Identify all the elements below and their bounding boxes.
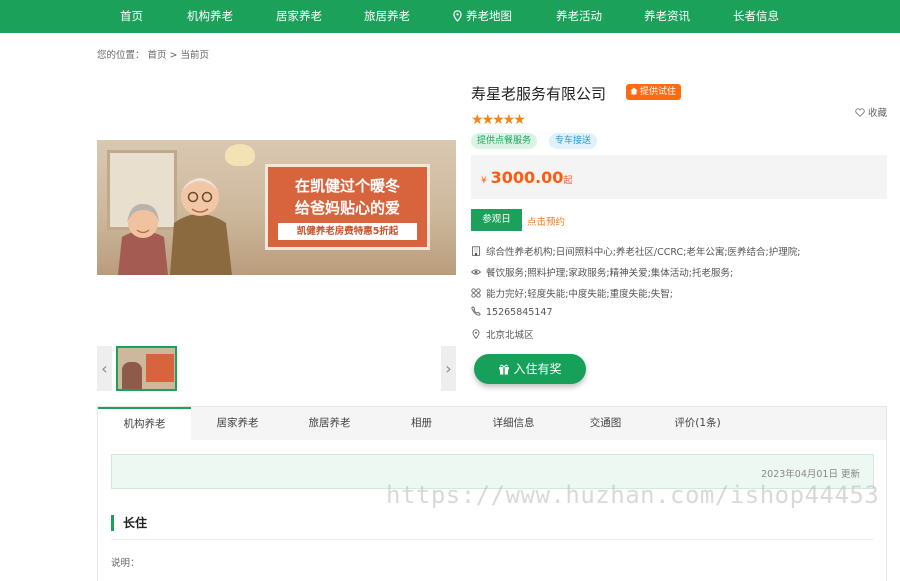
breadcrumb-current: 当前页 (180, 50, 210, 61)
thumbnail-banner (146, 354, 174, 382)
map-pin-icon (453, 10, 462, 22)
home-icon (630, 87, 638, 95)
favorite-label: 收藏 (868, 108, 888, 119)
breadcrumb-separator: > (169, 50, 178, 61)
trial-badge: 提供试住 (626, 84, 682, 100)
nav-home-care[interactable]: 居家养老 (276, 0, 322, 33)
breadcrumb-home[interactable]: 首页 (148, 50, 167, 61)
section-divider (111, 539, 874, 540)
thumb-next-button[interactable]: › (441, 346, 456, 391)
breadcrumb-label: 您的位置： (97, 50, 145, 61)
elderly-woman-illustration (118, 203, 168, 275)
nav-travel-care[interactable]: 旅居养老 (364, 0, 410, 33)
phone-row: 15265845147 (471, 306, 553, 318)
description-label: 说明： (111, 558, 140, 569)
tag-meal-service: 提供点餐服务 (471, 133, 538, 149)
price: ¥ 3000.00起 (481, 168, 572, 187)
trial-badge-label: 提供试住 (640, 87, 677, 97)
detail-tabs: 机构养老 居家养老 旅居养老 相册 详细信息 交通图 评价(1条) (97, 406, 887, 440)
watermark: https://www.huzhan.com/ishop44453 (386, 481, 880, 509)
location-icon (472, 329, 480, 339)
thumbnail-1[interactable] (116, 346, 177, 391)
tab-reviews[interactable]: 评价(1条) (651, 407, 744, 440)
org-types-row: 综合性养老机构;日间照料中心;养老社区/CCRC;老年公寓;医养结合;护理院; (471, 244, 800, 258)
address: 北京北城区 (486, 330, 534, 341)
tab-institution-care[interactable]: 机构养老 (98, 407, 191, 440)
promo-line-1: 在凯健过个暖冬 (294, 177, 400, 195)
nav-care-map-label: 养老地图 (466, 9, 512, 23)
nav-home[interactable]: 首页 (120, 0, 143, 33)
promo-subtitle: 凯健养老房费特惠5折起 (278, 223, 417, 240)
tab-album[interactable]: 相册 (375, 407, 468, 440)
price-box: ¥ 3000.00起 (471, 155, 887, 199)
section-title: 长住 (111, 515, 147, 531)
tab-traffic-map[interactable]: 交通图 (559, 407, 652, 440)
address-row: 北京北城区 (471, 327, 534, 341)
tab-details[interactable]: 详细信息 (467, 407, 560, 440)
abilities-row: 能力完好;轻度失能;中度失能;重度失能;失智; (471, 286, 673, 300)
heart-icon (855, 108, 865, 117)
building-icon (472, 246, 480, 256)
nav-elder-info[interactable]: 长者信息 (733, 0, 779, 33)
chevron-right-icon: › (445, 359, 452, 378)
move-in-reward-label: 入住有奖 (513, 362, 562, 376)
promo-banner: 在凯健过个暖冬 给爸妈贴心的爱 凯健养老房费特惠5折起 (265, 164, 430, 250)
gift-icon (499, 364, 510, 375)
move-in-reward-button[interactable]: 入住有奖 (474, 354, 586, 384)
chandelier-icon (225, 144, 255, 166)
phone-icon (471, 306, 481, 316)
price-currency: ¥ (481, 176, 487, 186)
tag-shuttle: 专车接送 (549, 133, 598, 149)
org-name: 寿星老服务有限公司 (471, 85, 607, 103)
phone-number: 15265845147 (486, 307, 553, 318)
favorite-button[interactable]: 收藏 (855, 105, 887, 119)
breadcrumb: 您的位置： 首页 > 当前页 (97, 47, 212, 61)
nav-care-news[interactable]: 养老资讯 (644, 0, 690, 33)
nav-care-activities[interactable]: 养老活动 (556, 0, 602, 33)
abilities: 能力完好;轻度失能;中度失能;重度失能;失智; (486, 289, 674, 300)
rating-stars: ★★★★★ (471, 112, 526, 128)
promo-line-2: 给爸妈贴心的爱 (294, 199, 400, 217)
services-row: 餐饮服务;照料护理;家政服务;精神关爱;集体活动;托老服务; (471, 265, 733, 279)
org-types: 综合性养老机构;日间照料中心;养老社区/CCRC;老年公寓;医养结合;护理院; (486, 247, 801, 258)
tab-travel-care[interactable]: 旅居养老 (283, 407, 376, 440)
reserve-link[interactable]: 点击预约 (527, 214, 565, 228)
update-date: 2023年04月01日 更新 (761, 469, 860, 480)
grid-icon (471, 288, 481, 298)
chevron-left-icon: ‹ (101, 359, 108, 378)
nav-institution-care[interactable]: 机构养老 (187, 0, 233, 33)
thumbnail-figure (122, 362, 142, 389)
price-suffix: 起 (563, 176, 573, 186)
tab-home-care[interactable]: 居家养老 (191, 407, 284, 440)
eye-icon (471, 269, 481, 275)
thumb-prev-button[interactable]: ‹ (97, 346, 112, 391)
price-amount: 3000.00 (490, 168, 564, 187)
nav-care-map[interactable]: 养老地图 (452, 0, 512, 33)
main-image[interactable]: 在凯健过个暖冬 给爸妈贴心的爱 凯健养老房费特惠5折起 (97, 140, 456, 275)
top-nav: 首页 机构养老 居家养老 旅居养老 养老地图 养老活动 养老资讯 长者信息 (0, 0, 900, 33)
services: 餐饮服务;照料护理;家政服务;精神关爱;集体活动;托老服务; (486, 268, 734, 279)
visit-day-button[interactable]: 参观日 (471, 209, 522, 231)
